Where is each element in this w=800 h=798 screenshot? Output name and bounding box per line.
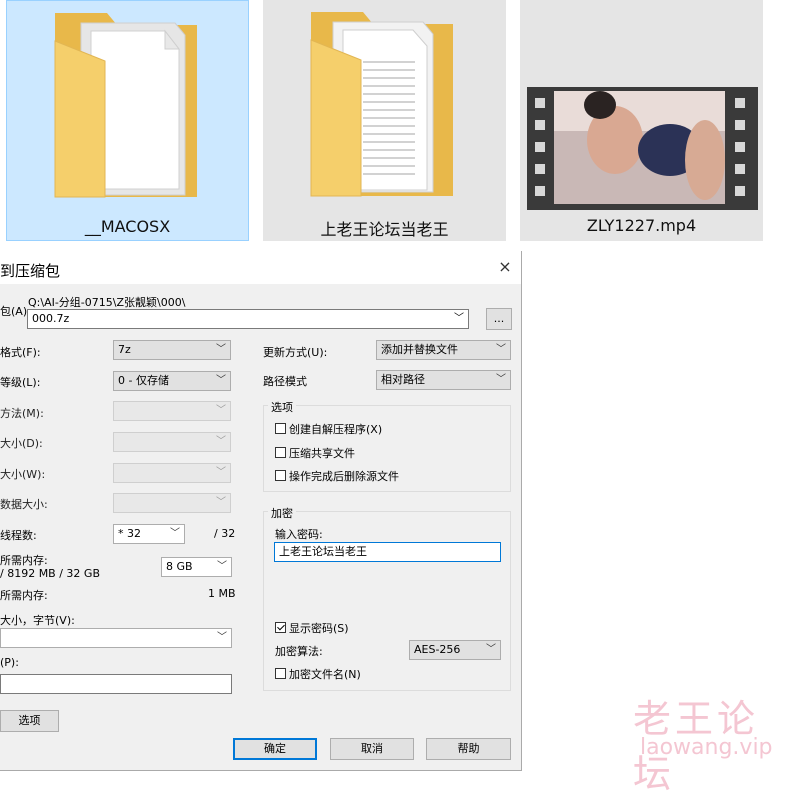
chevron-down-icon: ﹀ [486, 644, 496, 655]
solid-block-select: ﹀ [113, 493, 231, 513]
method-select: ﹀ [113, 401, 231, 421]
update-mode-label: 更新方式(U): [263, 346, 328, 359]
split-volumes-select[interactable]: ﹀ [0, 628, 232, 648]
format-value: 7z [118, 343, 131, 356]
path-mode-label: 路径模式 [263, 375, 307, 388]
chevron-down-icon: ﹀ [496, 374, 506, 385]
password-value: 上老王论坛当老王 [279, 545, 367, 558]
options-group-label: 选项 [268, 399, 296, 415]
threads-label: 线程数: [0, 529, 37, 542]
checkbox-checked-icon [275, 622, 286, 633]
file-tile-video[interactable]: ZLY1227.mp4 [520, 0, 763, 241]
decompress-memory-label: 所需内存: [0, 589, 48, 602]
encryption-group-label: 加密 [268, 505, 296, 521]
update-mode-value: 添加并替换文件 [381, 343, 458, 356]
chevron-down-icon: ﹀ [217, 632, 227, 643]
checkbox-icon [275, 668, 286, 679]
decompress-memory-value: 1 MB [208, 587, 236, 600]
format-label: 格式(F): [0, 346, 41, 359]
update-mode-select[interactable]: 添加并替换文件 ﹀ [376, 340, 511, 360]
chevron-down-icon: ﹀ [216, 375, 226, 386]
folder-with-documents-icon [263, 0, 506, 210]
password-input[interactable]: 上老王论坛当老王 [274, 542, 501, 562]
checkbox-icon [275, 447, 286, 458]
delete-after-checkbox[interactable]: 操作完成后删除源文件 [275, 468, 399, 484]
compress-shared-checkbox[interactable]: 压缩共享文件 [275, 445, 355, 461]
create-sfx-label: 创建自解压程序(X) [289, 423, 383, 436]
chevron-down-icon: ﹀ [170, 528, 180, 539]
browse-button[interactable]: ... [486, 308, 512, 330]
compress-memory-value: / 8192 MB / 32 GB [0, 567, 100, 580]
password-label: 输入密码: [275, 528, 323, 541]
add-to-archive-dialog: 到压缩包 × 包(A) Q:\AI-分组-0715\Z张靓颖\000\ 000.… [0, 251, 522, 771]
file-tile-folder-laowang[interactable]: 上老王论坛当老王 [263, 0, 506, 241]
checkbox-icon [275, 470, 286, 481]
memory-limit-value: 8 GB [166, 560, 193, 573]
compress-shared-label: 压缩共享文件 [289, 447, 355, 460]
file-tile-macosx[interactable]: __MACOSX [6, 0, 249, 241]
archive-path: Q:\AI-分组-0715\Z张靓颖\000\ [28, 296, 186, 309]
threads-total: / 32 [214, 527, 236, 540]
dialog-title: 到压缩包 [0, 262, 61, 280]
delete-after-label: 操作完成后删除源文件 [289, 470, 399, 483]
chevron-down-icon: ﹀ [216, 497, 226, 508]
encrypt-filenames-checkbox[interactable]: 加密文件名(N) [275, 666, 361, 682]
folder-icon [7, 1, 248, 211]
options-button[interactable]: 选项 [0, 710, 59, 732]
path-mode-value: 相对路径 [381, 373, 425, 386]
archive-name-combo[interactable]: 000.7z ﹀ [27, 309, 469, 329]
dictionary-size-select: ﹀ [113, 432, 231, 452]
title-bar: 到压缩包 × [0, 251, 521, 284]
file-name: ZLY1227.mp4 [586, 216, 697, 235]
chevron-down-icon: ﹀ [496, 344, 506, 355]
cancel-button[interactable]: 取消 [330, 738, 414, 760]
chevron-down-icon: ﹀ [454, 313, 464, 324]
encryption-method-value: AES-256 [414, 643, 461, 656]
watermark-url: laowang.vip [640, 735, 773, 760]
archive-label: 包(A) [0, 305, 28, 318]
parameters-input[interactable] [0, 674, 232, 694]
show-password-label: 显示密码(S) [289, 622, 349, 635]
archive-name-value: 000.7z [32, 312, 70, 325]
encryption-method-label: 加密算法: [275, 645, 323, 658]
video-thumbnail [520, 0, 763, 210]
threads-value: * 32 [118, 527, 141, 540]
memory-limit-select[interactable]: 8 GB ﹀ [161, 557, 232, 577]
dictionary-size-label: 大小(D): [0, 437, 43, 450]
solid-block-label: 数据大小: [0, 498, 48, 511]
checkbox-icon [275, 423, 286, 434]
create-sfx-checkbox[interactable]: 创建自解压程序(X) [275, 421, 382, 437]
method-label: 方法(M): [0, 407, 44, 420]
chevron-down-icon: ﹀ [216, 467, 226, 478]
threads-select[interactable]: * 32 ﹀ [113, 524, 185, 544]
parameters-label: (P): [0, 656, 19, 669]
compress-memory-label: 所需内存: [0, 554, 48, 567]
file-name: 上老王论坛当老王 [320, 220, 449, 239]
split-volumes-label: 大小，字节(V): [0, 614, 75, 627]
chevron-down-icon: ﹀ [217, 561, 227, 572]
level-value: 0 - 仅存储 [118, 374, 169, 387]
format-select[interactable]: 7z ﹀ [113, 340, 231, 360]
help-button[interactable]: 帮助 [426, 738, 511, 760]
close-button[interactable]: × [495, 257, 515, 277]
word-size-label: 大小(W): [0, 468, 46, 481]
show-password-checkbox[interactable]: 显示密码(S) [275, 620, 349, 636]
file-name: __MACOSX [84, 217, 171, 236]
level-label: 等级(L): [0, 376, 41, 389]
chevron-down-icon: ﹀ [216, 344, 226, 355]
chevron-down-icon: ﹀ [216, 405, 226, 416]
ok-button[interactable]: 确定 [233, 738, 317, 760]
chevron-down-icon: ﹀ [216, 436, 226, 447]
encrypt-filenames-label: 加密文件名(N) [289, 668, 361, 681]
level-select[interactable]: 0 - 仅存储 ﹀ [113, 371, 231, 391]
path-mode-select[interactable]: 相对路径 ﹀ [376, 370, 511, 390]
word-size-select: ﹀ [113, 463, 231, 483]
encryption-method-select[interactable]: AES-256 ﹀ [409, 640, 501, 660]
